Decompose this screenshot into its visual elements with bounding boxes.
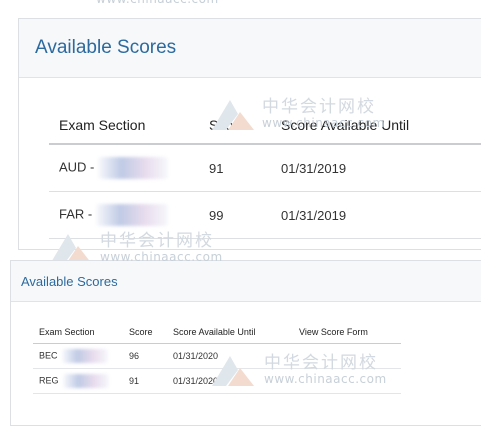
watermark-url: www.chinaacc.com <box>96 0 219 6</box>
column-score-available-until: Score Available Until <box>167 321 293 344</box>
score-cell: 91 <box>123 368 167 394</box>
column-score: Score <box>199 107 271 145</box>
exam-section-cell: FAR - <box>49 191 199 239</box>
watermark-text: www.chinaacc.com <box>96 0 219 6</box>
exam-section-cell: REG <box>33 368 123 394</box>
available-scores-panel: Available Scores Exam Section Score Scor… <box>10 260 481 426</box>
scores-table: Exam Section Score Score Available Until… <box>33 321 401 394</box>
column-view-score-form: View Score Form <box>293 321 401 344</box>
exam-section-cell: AUD - <box>49 144 199 192</box>
table-header-row: Exam Section Score Score Available Until… <box>33 321 401 344</box>
table-row: REG 91 01/31/2020 <box>33 368 401 394</box>
scores-table: Exam Section Score Score Available Until… <box>49 107 481 239</box>
panel-title: Available Scores <box>35 37 177 58</box>
exam-section-cell: BEC <box>33 343 123 369</box>
score-cell: 99 <box>199 191 271 239</box>
score-cell: 91 <box>199 144 271 192</box>
column-exam-section: Exam Section <box>33 321 123 344</box>
column-exam-section: Exam Section <box>49 107 199 145</box>
exam-section-text: FAR - <box>59 206 93 222</box>
available-scores-panel: Available Scores Exam Section Score Scor… <box>18 18 481 250</box>
table-row: FAR - 99 01/31/2019 <box>49 191 481 239</box>
redacted-blur <box>61 349 108 363</box>
table-row: AUD - 91 01/31/2019 <box>49 144 481 192</box>
panel-title: Available Scores <box>21 274 118 289</box>
view-score-form-cell <box>293 368 401 394</box>
available-until-cell: 01/31/2019 <box>271 144 481 192</box>
table-row: BEC 96 01/31/2020 <box>33 343 401 369</box>
redacted-blur <box>62 374 109 388</box>
redacted-blur <box>96 204 169 226</box>
score-cell: 96 <box>123 343 167 369</box>
panel-header: Available Scores <box>19 19 481 78</box>
exam-section-text: BEC <box>39 350 58 361</box>
redacted-blur <box>98 157 169 179</box>
exam-section-text: AUD - <box>59 159 95 175</box>
available-until-cell: 01/31/2020 <box>167 343 293 369</box>
column-score-available-until: Score Available Until <box>271 107 481 145</box>
view-score-form-cell <box>293 343 401 369</box>
table-header-row: Exam Section Score Score Available Until <box>49 107 481 145</box>
available-until-cell: 01/31/2019 <box>271 191 481 239</box>
panel-header: Available Scores <box>11 261 481 302</box>
column-score: Score <box>123 321 167 344</box>
exam-section-text: REG <box>39 375 59 386</box>
available-until-cell: 01/31/2020 <box>167 368 293 394</box>
